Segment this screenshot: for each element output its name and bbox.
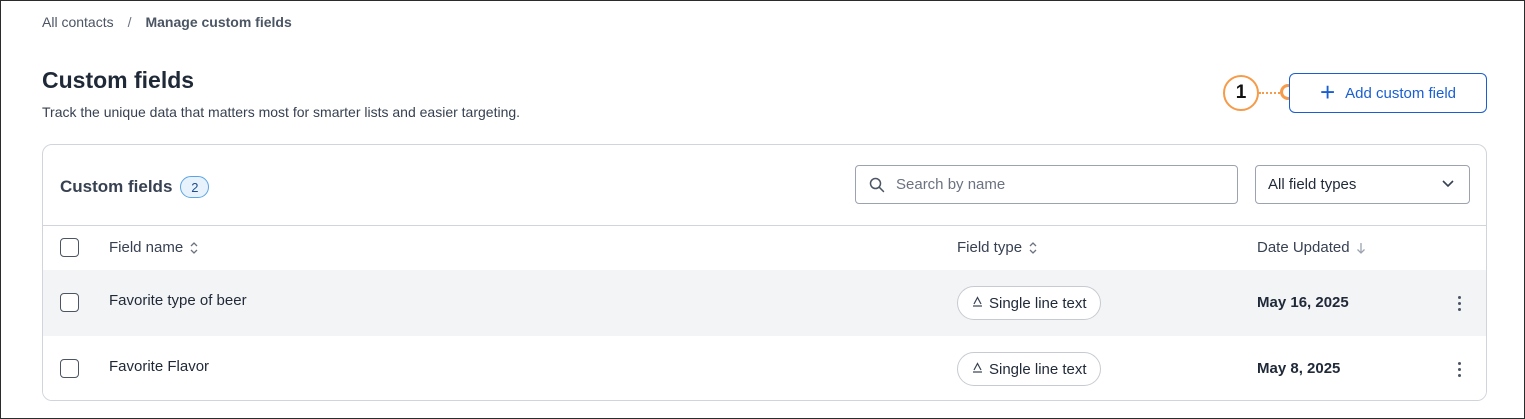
- row-checkbox[interactable]: [60, 359, 79, 378]
- sort-icon: [1028, 241, 1038, 255]
- field-name-cell: Favorite type of beer: [109, 292, 247, 309]
- column-header-date-updated[interactable]: Date Updated: [1257, 239, 1366, 256]
- row-actions-kebab-icon[interactable]: [1449, 290, 1469, 316]
- field-type-chip: Single line text: [957, 286, 1101, 320]
- search-icon: [868, 176, 886, 194]
- date-updated-cell: May 8, 2025: [1257, 360, 1341, 377]
- search-input[interactable]: [896, 176, 1216, 193]
- field-name-cell: Favorite Flavor: [109, 358, 210, 375]
- page-title: Custom fields: [42, 67, 195, 93]
- breadcrumb: All contacts / Manage custom fields: [42, 14, 292, 30]
- column-header-field-name-label: Field name: [109, 239, 184, 256]
- breadcrumb-all-contacts[interactable]: All contacts: [42, 14, 114, 30]
- callout-number-badge: 1: [1223, 75, 1259, 111]
- sort-icon: [189, 241, 199, 255]
- card-title-text: Custom fields: [60, 177, 173, 196]
- page-subtitle: Track the unique data that matters most …: [42, 104, 521, 120]
- chevron-down-icon: [1441, 176, 1455, 193]
- field-count-badge: 2: [180, 176, 210, 198]
- field-type-filter[interactable]: All field types: [1255, 165, 1470, 204]
- add-custom-field-label: Add custom field: [1345, 84, 1457, 102]
- table-row: Favorite type of beer Single line text M…: [43, 270, 1486, 336]
- text-type-icon: [972, 296, 983, 310]
- text-type-icon: [972, 362, 983, 376]
- column-header-field-name[interactable]: Field name: [109, 239, 199, 256]
- column-header-field-type-label: Field type: [957, 239, 1023, 256]
- column-header-field-type[interactable]: Field type: [957, 239, 1038, 256]
- select-all-checkbox[interactable]: [60, 238, 79, 257]
- breadcrumb-current: Manage custom fields: [145, 14, 292, 30]
- custom-fields-card: Custom fields 2 All field types Field na…: [42, 144, 1487, 401]
- row-checkbox[interactable]: [60, 293, 79, 312]
- date-updated-cell: May 16, 2025: [1257, 294, 1349, 311]
- table-row: Favorite Flavor Single line text May 8, …: [43, 336, 1486, 400]
- breadcrumb-separator: /: [127, 14, 132, 30]
- field-type-chip: Single line text: [957, 352, 1101, 386]
- sort-descending-icon: [1356, 241, 1366, 255]
- field-type-filter-value: All field types: [1268, 176, 1357, 193]
- card-title: Custom fields 2: [60, 176, 210, 198]
- column-header-date-updated-label: Date Updated: [1257, 239, 1350, 256]
- row-actions-kebab-icon[interactable]: [1449, 356, 1469, 382]
- page-frame: All contacts / Manage custom fields Cust…: [0, 0, 1525, 419]
- plus-icon: +: [1319, 76, 1336, 107]
- add-custom-field-button[interactable]: + Add custom field: [1289, 73, 1487, 113]
- table-header-row: Field name Field type Date Updated: [43, 225, 1486, 270]
- field-type-label: Single line text: [989, 294, 1087, 312]
- field-type-label: Single line text: [989, 360, 1087, 378]
- search-box: [855, 165, 1238, 204]
